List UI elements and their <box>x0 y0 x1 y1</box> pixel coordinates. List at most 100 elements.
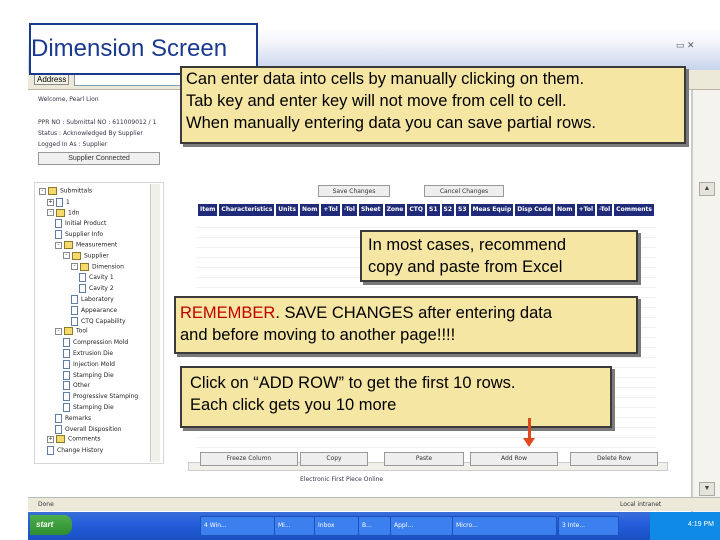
save-changes-button[interactable]: Save Changes <box>318 185 390 197</box>
grid-column-header[interactable]: Comments <box>614 204 654 216</box>
taskbar-window-button[interactable]: Micro... <box>452 516 557 536</box>
folder-icon <box>64 241 73 249</box>
grid-column-header[interactable]: -Tol <box>341 204 357 216</box>
taskbar-window-button[interactable]: Mi... <box>274 516 315 536</box>
tree-node[interactable]: CTQ Capability <box>71 316 126 327</box>
tree-node-label: Supplier <box>84 252 109 260</box>
scroll-up-icon[interactable]: ▲ <box>699 182 715 196</box>
grid-column-header[interactable]: S2 <box>441 204 454 216</box>
delete-row-button[interactable]: Delete Row <box>570 452 658 466</box>
tree-node[interactable]: Stamping Die <box>63 370 114 381</box>
grid-column-header[interactable]: S3 <box>456 204 469 216</box>
address-label: Address <box>34 74 70 85</box>
tree-node[interactable]: Cavity 2 <box>79 284 114 294</box>
tree-node[interactable]: - Submittals <box>39 187 92 197</box>
grid-column-header[interactable]: Nom <box>555 204 575 216</box>
tree-node[interactable]: Cavity 1 <box>79 273 114 283</box>
tree-node[interactable]: Supplier Info <box>55 230 103 240</box>
tree-node-label: Other <box>73 382 91 390</box>
collapse-icon[interactable]: - <box>71 263 78 271</box>
taskbar-window-button[interactable]: B... <box>358 516 391 536</box>
tree-node[interactable]: Initial Product <box>55 219 106 229</box>
page-icon <box>55 230 62 240</box>
tree-node[interactable]: Compression Mold <box>63 338 128 348</box>
status-bar: Done Local intranet <box>28 497 720 511</box>
collapse-icon[interactable]: - <box>39 187 46 195</box>
tree-node[interactable]: + Comments <box>47 435 101 445</box>
grid-column-header[interactable]: +Tol <box>321 204 340 216</box>
taskbar-window-button[interactable]: 3 Inte... <box>558 516 619 536</box>
tree-node[interactable]: Change History <box>47 446 103 456</box>
freeze-column-button[interactable]: Freeze Column <box>200 452 298 466</box>
page-icon <box>71 305 78 315</box>
collapse-icon[interactable]: - <box>55 241 62 249</box>
system-tray: 4:19 PM <box>650 512 720 540</box>
taskbar: start 4 Win... Mi... Inbox B... Appl... Micro… <box>28 512 720 540</box>
page-icon <box>63 381 70 391</box>
folder-icon <box>48 187 57 195</box>
grid-column-header[interactable]: Characteristics <box>219 204 275 216</box>
tree-node[interactable]: Extrusion Die <box>63 349 113 359</box>
grid-column-header[interactable]: CTQ <box>407 204 425 216</box>
tree-node[interactable]: - Supplier <box>63 251 109 262</box>
page-icon <box>63 359 70 369</box>
tree-node[interactable]: Injection Mold <box>63 359 115 370</box>
page-icon <box>47 446 54 456</box>
folder-icon <box>64 327 73 336</box>
tree-node[interactable]: Progressive Stamping <box>63 392 138 402</box>
grid-column-header[interactable]: Zone <box>384 204 406 216</box>
start-button[interactable]: start <box>30 515 72 535</box>
grid-column-header[interactable]: Nom <box>299 204 320 216</box>
tree-node-label: Tool <box>76 327 88 335</box>
tree-node[interactable]: Laboratory <box>71 295 114 305</box>
taskbar-window-button[interactable]: 4 Win... <box>200 516 275 536</box>
grid-column-header[interactable]: Disp Code <box>515 204 554 216</box>
tree-scrollbar[interactable] <box>150 184 160 462</box>
expand-icon[interactable]: + <box>47 435 54 443</box>
window-controls[interactable]: ▭ ✕ <box>676 40 716 54</box>
callout-copy-paste: In most cases, recommend copy and paste … <box>360 230 638 282</box>
collapse-icon[interactable]: - <box>47 209 54 217</box>
grid-column-header[interactable]: Meas Equip <box>470 204 514 216</box>
tree-node[interactable]: +1 <box>47 197 70 208</box>
paste-button[interactable]: Paste <box>384 452 464 466</box>
page-icon <box>63 392 70 402</box>
callout-line: In most cases, recommend <box>368 236 567 254</box>
grid-column-header[interactable]: Sheet <box>358 204 383 216</box>
tree-node[interactable]: Stamping Die <box>63 403 114 413</box>
tree-node[interactable]: - Measurement <box>55 241 117 251</box>
expand-icon[interactable]: + <box>47 198 54 206</box>
tree-node-label: Measurement <box>76 241 118 249</box>
tree-node[interactable]: - 1dn <box>47 208 79 219</box>
collapse-icon[interactable]: - <box>63 252 70 260</box>
grid-column-header[interactable]: Item <box>198 204 218 216</box>
taskbar-window-button[interactable]: Appl... <box>390 516 453 536</box>
taskbar-window-button[interactable]: Inbox <box>314 516 359 536</box>
tree-node-label: Dimension <box>92 263 124 271</box>
collapse-icon[interactable]: - <box>55 327 62 335</box>
tree-node-label: Cavity 2 <box>89 285 114 293</box>
scroll-down-icon[interactable]: ▼ <box>699 482 715 496</box>
tree-node-label: Stamping Die <box>73 371 114 379</box>
page-icon <box>71 295 78 304</box>
tree-node[interactable]: - Dimension <box>71 262 124 273</box>
copy-button[interactable]: Copy <box>300 452 368 466</box>
tree-node[interactable]: Other <box>63 381 90 391</box>
page-icon <box>63 403 70 412</box>
grid-column-header[interactable]: +Tol <box>576 204 596 216</box>
tree-node[interactable]: Remarks <box>55 413 91 424</box>
tree-node-label: Compression Mold <box>73 339 129 347</box>
grid-column-header[interactable]: -Tol <box>597 204 613 216</box>
tree-node[interactable]: Appearance <box>71 305 117 316</box>
tree-node-label: Cavity 1 <box>89 274 114 282</box>
grid-column-header[interactable]: S1 <box>427 204 440 216</box>
grid-column-header[interactable]: Units <box>276 204 298 216</box>
cancel-changes-button[interactable]: Cancel Changes <box>424 185 504 197</box>
supplier-connected-badge: Supplier Connected <box>38 152 160 165</box>
add-row-button[interactable]: Add Row <box>470 452 558 466</box>
page-scrollbar[interactable]: ▲ ▼ <box>692 90 720 512</box>
tree-node-label: Change History <box>57 447 104 455</box>
tree-node[interactable]: - Tool <box>55 327 88 337</box>
callout-add-row: Click on “ADD ROW” to get the first 10 r… <box>180 366 612 428</box>
tree-node[interactable]: Overall Disposition <box>55 424 122 435</box>
